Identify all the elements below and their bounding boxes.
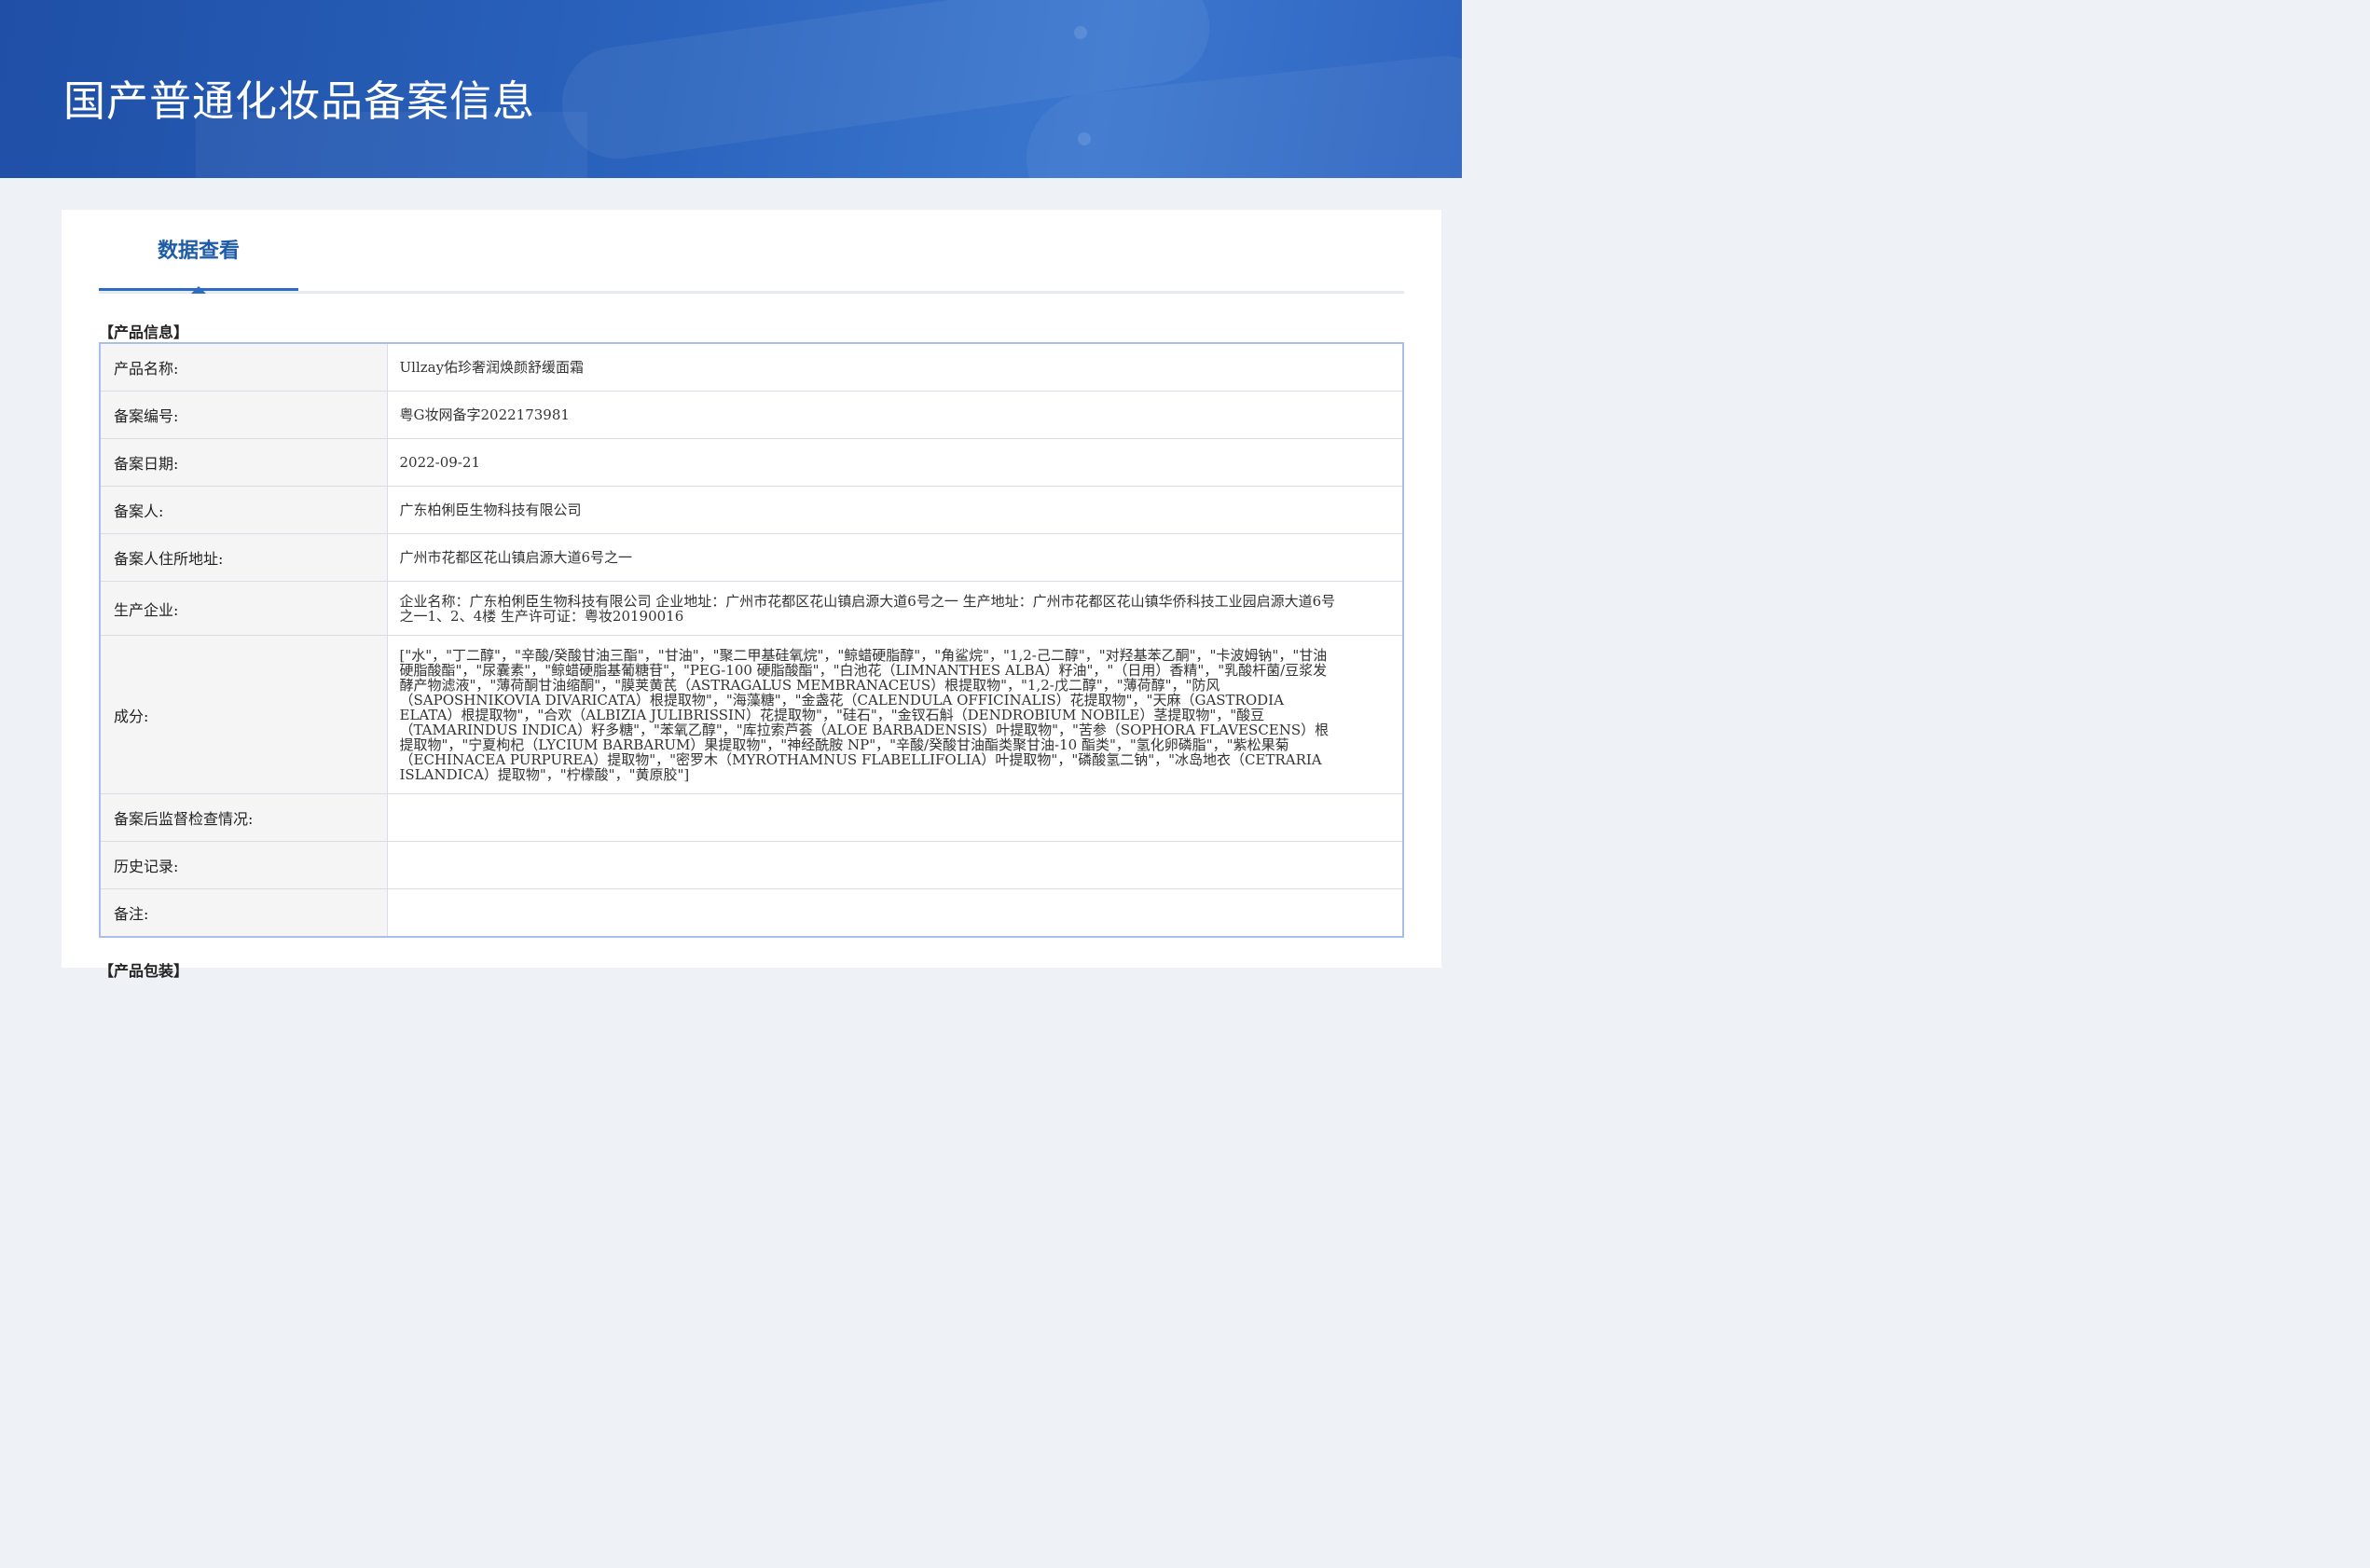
table-row: 历史记录: — [100, 841, 1403, 889]
table-row: 备案人住所地址: 广州市花都区花山镇启源大道6号之一 — [100, 533, 1403, 582]
registration-number-value: 粤G妆网备字2022173981 — [399, 406, 570, 423]
row-value: 广东柏俐臣生物科技有限公司 — [387, 486, 1403, 534]
product-info-table: 产品名称: Ullzay佑珍奢润焕颜舒缓面霜 备案编号: 粤G妆网备字20221… — [99, 342, 1404, 938]
section-title-product-info: 【产品信息】 — [99, 323, 189, 341]
row-value: 2022-09-21 — [387, 438, 1403, 487]
table-row: 备案编号: 粤G妆网备字2022173981 — [100, 391, 1403, 439]
row-label: 备案日期: — [100, 438, 388, 487]
registrant-address-value: 广州市花都区花山镇启源大道6号之一 — [399, 549, 633, 566]
row-value — [387, 841, 1403, 889]
product-name-value: Ullzay佑珍奢润焕颜舒缓面霜 — [399, 359, 585, 376]
table-row: 成分: ["水"，"丁二醇"，"辛酸/癸酸甘油三酯"，"甘油"，"聚二甲基硅氧烷… — [100, 635, 1403, 794]
banner-decoration — [1078, 132, 1091, 145]
row-value: Ullzay佑珍奢润焕颜舒缓面霜 — [387, 343, 1403, 392]
row-label: 历史记录: — [100, 841, 388, 889]
row-label: 备案后监督检查情况: — [100, 793, 388, 842]
row-label: 成分: — [100, 635, 388, 794]
content-card: 数据查看 【产品信息】 产品名称: Ullzay佑珍奢润焕颜舒缓面霜 备案编号:… — [62, 210, 1441, 980]
table-row: 备注: — [100, 888, 1403, 938]
registrant-value: 广东柏俐臣生物科技有限公司 — [399, 502, 582, 518]
row-label: 产品名称: — [100, 343, 388, 392]
table-row: 产品名称: Ullzay佑珍奢润焕颜舒缓面霜 — [100, 343, 1403, 392]
tab-label: 数据查看 — [157, 239, 240, 263]
tab-bar: 数据查看 — [99, 210, 1404, 294]
page-title: 国产普通化妆品备案信息 — [63, 76, 536, 126]
section-title-product-packaging: 【产品包装】 — [99, 962, 189, 980]
row-value: ["水"，"丁二醇"，"辛酸/癸酸甘油三酯"，"甘油"，"聚二甲基硅氧烷"，"鲸… — [387, 635, 1403, 794]
row-value — [387, 793, 1403, 842]
row-label: 生产企业: — [100, 581, 388, 636]
tab-active-indicator — [191, 286, 206, 294]
tab-data-view[interactable]: 数据查看 — [99, 210, 298, 291]
row-label: 备注: — [100, 888, 388, 937]
registration-date-value: 2022-09-21 — [399, 454, 480, 471]
table-row: 备案人: 广东柏俐臣生物科技有限公司 — [100, 486, 1403, 534]
row-value — [387, 889, 1403, 938]
row-label: 备案编号: — [100, 391, 388, 439]
table-row: 备案后监督检查情况: — [100, 793, 1403, 842]
manufacturer-value: 企业名称：广东柏俐臣生物科技有限公司 企业地址：广州市花都区花山镇启源大道6号之… — [399, 592, 1336, 625]
page-banner: 国产普通化妆品备案信息 — [0, 0, 1462, 178]
row-value: 广州市花都区花山镇启源大道6号之一 — [387, 533, 1403, 582]
ingredients-value: ["水"，"丁二醇"，"辛酸/癸酸甘油三酯"，"甘油"，"聚二甲基硅氧烷"，"鲸… — [399, 646, 1330, 783]
row-value: 企业名称：广东柏俐臣生物科技有限公司 企业地址：广州市花都区花山镇启源大道6号之… — [387, 581, 1403, 636]
row-label: 备案人: — [100, 486, 388, 534]
row-label: 备案人住所地址: — [100, 533, 388, 582]
table-row: 生产企业: 企业名称：广东柏俐臣生物科技有限公司 企业地址：广州市花都区花山镇启… — [100, 581, 1403, 636]
banner-decoration — [1074, 26, 1087, 39]
row-value: 粤G妆网备字2022173981 — [387, 391, 1403, 439]
table-row: 备案日期: 2022-09-21 — [100, 438, 1403, 487]
